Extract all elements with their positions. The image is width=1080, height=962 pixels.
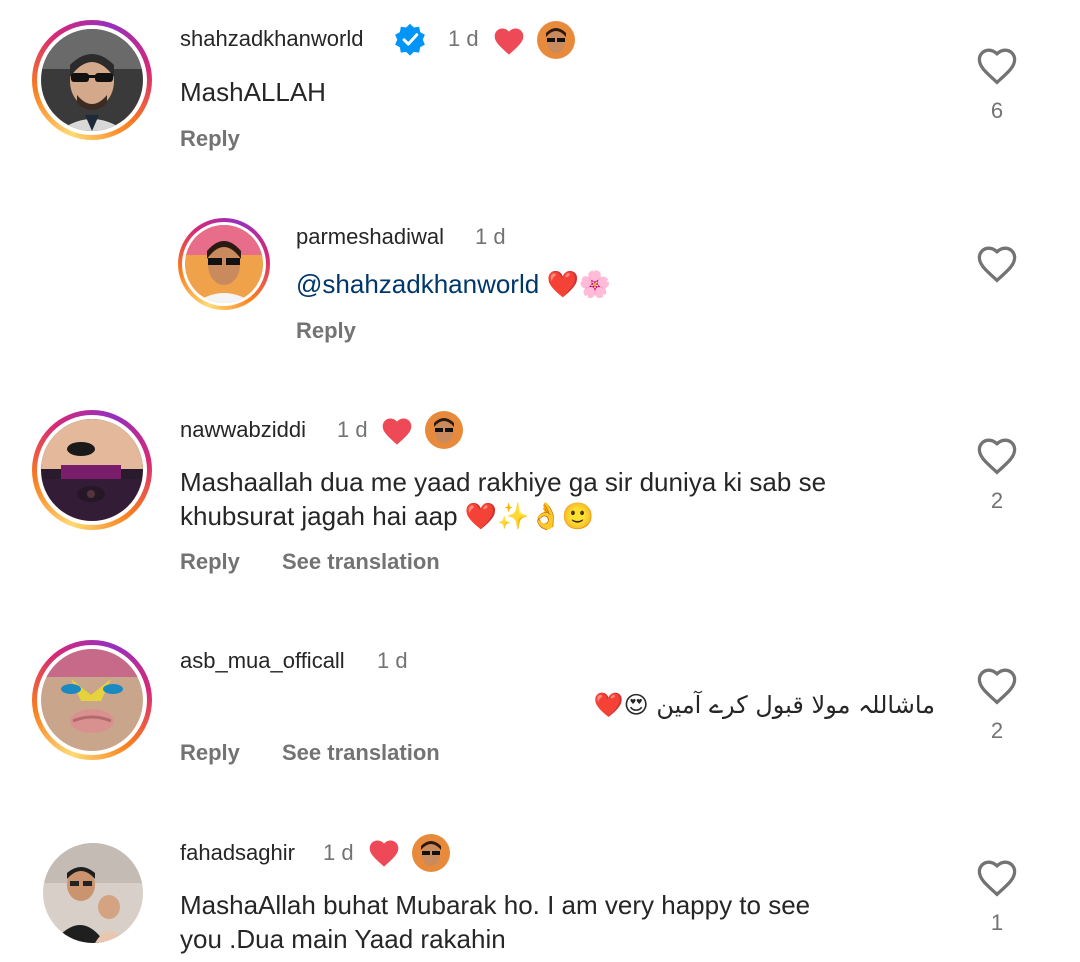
red-heart-icon — [369, 840, 399, 867]
see-translation-button[interactable]: See translation — [282, 549, 440, 575]
post-author-avatar — [425, 411, 463, 449]
comment-username[interactable]: parmeshadiwal — [296, 224, 444, 250]
see-translation-button[interactable]: See translation — [282, 740, 440, 766]
comment-text-line: MashaAllah buhat Mubarak ho. I am very h… — [180, 890, 811, 920]
comment-time: 1 d — [337, 417, 368, 442]
comment-time: 1 d — [448, 26, 479, 51]
comment-text-line: Mashaallah dua me yaad rakhiye ga sir du… — [180, 467, 827, 497]
post-author-avatar — [412, 834, 450, 872]
comment-time: 1 d — [475, 224, 506, 249]
comment-text: MashaAllah buhat Mubarak ho. I am very h… — [180, 888, 920, 956]
red-heart-icon — [382, 418, 412, 445]
red-heart-icon — [494, 28, 524, 55]
comment-time: 1 d — [323, 840, 354, 865]
avatar-image — [43, 843, 143, 943]
avatar-image — [185, 225, 263, 303]
reply-button[interactable]: Reply — [296, 318, 356, 344]
avatar-image — [41, 419, 143, 521]
reply-button[interactable]: Reply — [180, 549, 240, 575]
avatar-image — [41, 29, 143, 131]
comment: nawwabziddi 1 d Mashaallah dua me yaad r… — [0, 392, 1080, 592]
post-author-avatar — [537, 21, 575, 59]
avatar[interactable] — [32, 640, 152, 760]
like-count: 6 — [990, 98, 1004, 123]
avatar[interactable] — [40, 840, 146, 946]
comment: fahadsaghir 1 d MashaAllah buhat Mubarak… — [0, 820, 1080, 962]
comment-text-line: you .Dua main Yaad rakahin — [180, 924, 506, 954]
comment: asb_mua_officall 1 d ماشاللہ مولا قبول ک… — [0, 622, 1080, 812]
heart-outline-icon[interactable] — [975, 858, 1019, 898]
mention-link[interactable]: @shahzadkhanworld — [296, 269, 539, 299]
comment-text: @shahzadkhanworld ❤️🌸 — [296, 267, 611, 302]
reply-comment: parmeshadiwal 1 d @shahzadkhanworld ❤️🌸 … — [0, 200, 1080, 380]
comment: shahzadkhanworld 1 d MashALLAH Reply 6 — [0, 0, 1080, 190]
like-count: 2 — [990, 718, 1004, 743]
verified-badge-icon — [395, 23, 425, 56]
avatar[interactable] — [32, 410, 152, 530]
heart-outline-icon[interactable] — [975, 244, 1019, 284]
comment-text-line: khubsurat jagah hai aap ❤️✨👌🙂 — [180, 501, 595, 531]
like-count: 2 — [990, 488, 1004, 513]
heart-outline-icon[interactable] — [975, 436, 1019, 476]
comment-time: 1 d — [377, 648, 408, 673]
comment-text: MashALLAH — [180, 77, 326, 107]
reply-button[interactable]: Reply — [180, 126, 240, 152]
comment-text: Mashaallah dua me yaad rakhiye ga sir du… — [180, 465, 920, 533]
like-count: 1 — [990, 910, 1004, 935]
avatar[interactable] — [32, 20, 152, 140]
avatar-image — [41, 649, 143, 751]
reply-button[interactable]: Reply — [180, 740, 240, 766]
comment-username[interactable]: fahadsaghir — [180, 840, 295, 866]
emoji: ❤️🌸 — [546, 270, 612, 300]
avatar[interactable] — [178, 218, 270, 310]
heart-outline-icon[interactable] — [975, 46, 1019, 86]
comment-username[interactable]: asb_mua_officall — [180, 648, 345, 674]
heart-outline-icon[interactable] — [975, 666, 1019, 706]
comment-username[interactable]: shahzadkhanworld — [180, 26, 363, 52]
comment-text: ماشاللہ مولا قبول کرے آمین 😍❤️ — [593, 691, 935, 719]
comment-username[interactable]: nawwabziddi — [180, 417, 306, 443]
